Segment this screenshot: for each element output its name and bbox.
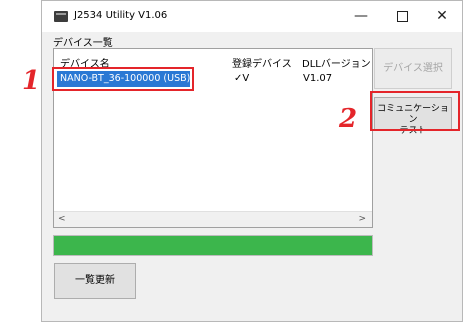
horizontal-scrollbar[interactable]: < >	[54, 211, 372, 227]
scroll-left-icon[interactable]: <	[58, 212, 66, 227]
device-select-button[interactable]: デバイス選択	[374, 48, 452, 89]
app-icon	[54, 11, 68, 22]
callout-box-2	[370, 91, 460, 131]
progress-bar	[53, 235, 373, 256]
device-list-label: デバイス一覧	[53, 38, 113, 49]
device-row-dll-version: V1.07	[303, 73, 333, 84]
maximize-button[interactable]	[383, 1, 421, 32]
device-row-registered: ✓V	[234, 73, 250, 84]
maximize-icon	[396, 10, 408, 22]
minimize-button[interactable]: —	[342, 1, 380, 32]
app-window: J2534 Utility V1.06 — ✕ デバイス一覧 デバイス名 登録デ…	[41, 0, 463, 322]
column-header-registered[interactable]: 登録デバイス	[232, 55, 292, 70]
callout-number-2: 2	[339, 104, 358, 134]
callout-box-1	[52, 67, 194, 91]
callout-number-1: 1	[22, 66, 41, 96]
title-bar: J2534 Utility V1.06 — ✕	[42, 1, 462, 32]
scroll-right-icon[interactable]: >	[358, 212, 366, 227]
column-header-dll-version[interactable]: DLLバージョン	[302, 55, 371, 70]
close-button[interactable]: ✕	[423, 1, 461, 32]
window-title: J2534 Utility V1.06	[74, 10, 168, 21]
refresh-list-button[interactable]: 一覧更新	[54, 263, 136, 299]
progress-fill	[54, 236, 372, 255]
